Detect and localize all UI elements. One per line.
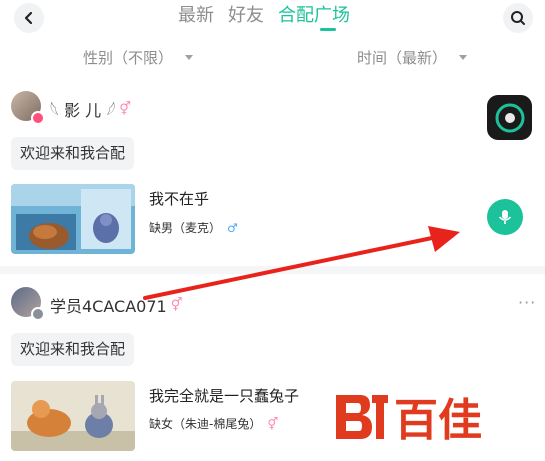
record-disc-icon xyxy=(495,103,524,132)
role-needed: 缺女（朱迪-棉尾兔） ⚥ xyxy=(149,415,278,432)
status-badge xyxy=(31,307,45,321)
svg-text:百佳: 百佳 xyxy=(394,395,482,446)
gender-filter[interactable]: 性别（不限） xyxy=(83,47,194,68)
more-horizontal-icon: ··· xyxy=(518,293,537,312)
role-text: 缺女（朱迪-棉尾兔） xyxy=(149,417,262,431)
avatar[interactable] xyxy=(11,287,45,321)
zootopia-scene-image xyxy=(11,381,135,451)
microphone-icon xyxy=(498,210,512,224)
fridge-scene-image xyxy=(11,184,135,254)
gender-filter-label: 性别（不限） xyxy=(83,49,174,67)
caret-down-icon xyxy=(185,55,194,60)
tab-friends[interactable]: 好友 xyxy=(228,4,264,28)
status-badge xyxy=(31,111,45,125)
username-text: 学员4CACA071 xyxy=(50,297,167,316)
floating-player-widget[interactable] xyxy=(487,95,532,140)
tab-bar: 最新 好友 合配广场 xyxy=(178,4,350,28)
username-text: 𓆩 影 儿 𓆪 xyxy=(50,101,116,120)
role-text: 缺男（麦克） xyxy=(149,221,222,235)
back-button[interactable] xyxy=(14,3,44,33)
work-thumbnail[interactable] xyxy=(11,381,135,451)
gender-icon: ⚥ xyxy=(119,101,131,117)
work-title[interactable]: 我完全就是一只蠢兔子 xyxy=(149,385,299,406)
greeting-bubble: 欢迎来和我合配 xyxy=(11,137,135,170)
post-username[interactable]: 学员4CACA071 ⚥ xyxy=(50,293,182,317)
greeting-bubble: 欢迎来和我合配 xyxy=(11,333,135,366)
time-filter[interactable]: 时间（最新） xyxy=(357,47,468,68)
search-button[interactable] xyxy=(503,3,533,33)
search-icon xyxy=(511,11,525,25)
watermark-logo-graphic: 百佳 xyxy=(336,395,482,446)
tab-collab-square[interactable]: 合配广场 xyxy=(278,4,350,28)
male-icon: ♂ xyxy=(227,220,238,235)
post-username[interactable]: 𓆩 影 儿 𓆪 ⚥ xyxy=(50,96,131,122)
more-options-button[interactable]: ··· xyxy=(518,293,536,312)
gender-icon: ⚥ xyxy=(267,416,279,431)
tab-latest[interactable]: 最新 xyxy=(178,4,214,28)
role-needed: 缺男（麦克） ♂ xyxy=(149,219,238,236)
work-title[interactable]: 我不在乎 xyxy=(149,188,209,209)
gender-icon: ⚥ xyxy=(170,297,183,313)
top-bar: 最新 好友 合配广场 xyxy=(0,0,545,38)
active-tab-indicator xyxy=(320,28,336,31)
join-dub-button[interactable] xyxy=(487,199,523,235)
watermark-logo: 百佳 xyxy=(330,387,520,451)
caret-down-icon xyxy=(459,55,468,60)
chevron-left-icon xyxy=(24,11,33,25)
post-divider xyxy=(0,266,545,274)
work-thumbnail[interactable] xyxy=(11,184,135,254)
time-filter-label: 时间（最新） xyxy=(357,49,448,67)
avatar[interactable] xyxy=(11,91,45,125)
